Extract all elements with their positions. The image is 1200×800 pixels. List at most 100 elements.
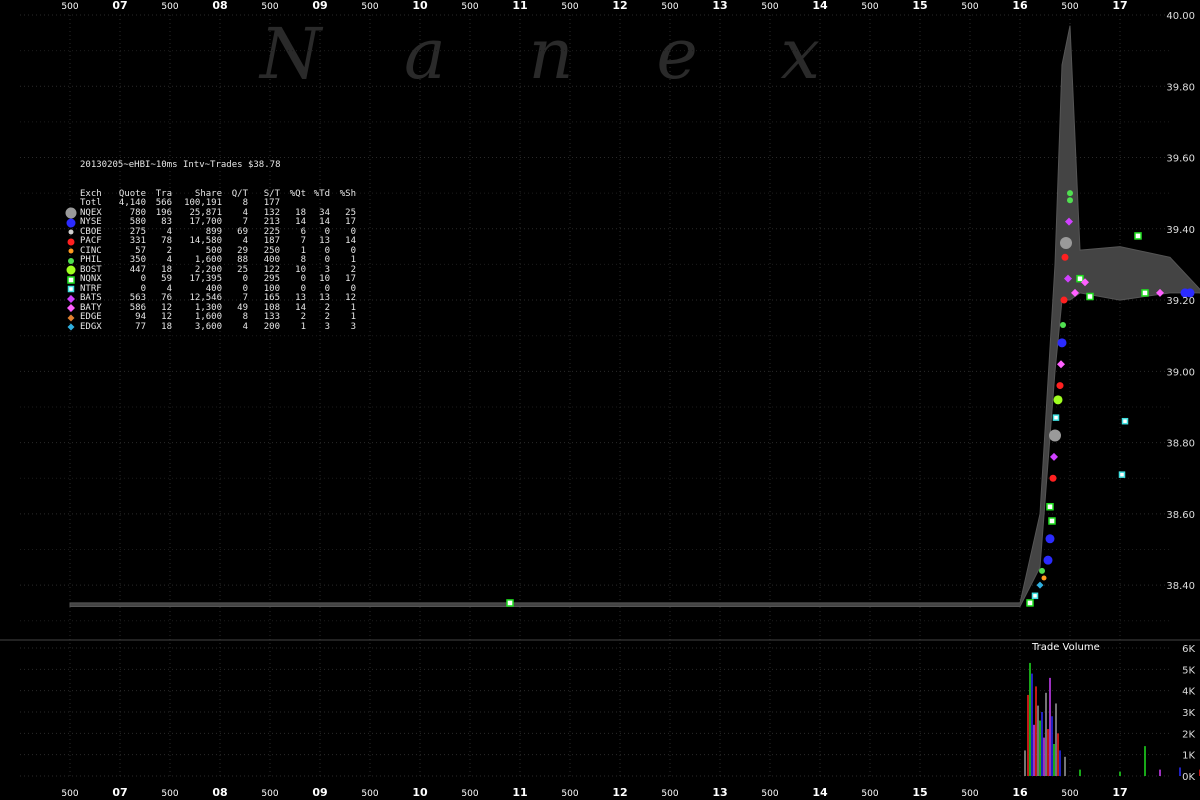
time-tick-bottom: 500 [961, 789, 978, 799]
time-tick-top: 16 [1012, 0, 1028, 12]
legend-marker [67, 286, 75, 293]
time-tick-bottom: 500 [661, 789, 678, 799]
time-tick-top: 500 [961, 2, 978, 12]
time-tick-top: 10 [412, 0, 428, 12]
legend-cell: 3 [324, 321, 330, 332]
trade-marker [1141, 289, 1149, 297]
time-tick-top: 15 [912, 0, 927, 12]
price-tick-label: 39.20 [1166, 296, 1195, 307]
time-tick-top: 09 [312, 0, 327, 12]
chart-title: 20130205~eHBI~10ms Intv~Trades $38.78 [80, 160, 281, 170]
legend-cell: 200 [263, 321, 280, 332]
time-tick-bottom: 13 [712, 786, 727, 799]
time-tick-bottom: 500 [561, 789, 578, 799]
volume-tick-label: 1K [1182, 751, 1195, 762]
trade-marker [1041, 575, 1047, 581]
time-tick-top: 500 [361, 2, 378, 12]
legend-cell: 3,600 [194, 321, 222, 332]
trade-marker [1134, 232, 1142, 240]
time-tick-bottom: 08 [212, 786, 227, 799]
time-tick-bottom: 12 [612, 786, 627, 799]
watermark: Nanex [258, 13, 820, 95]
trade-marker [1043, 555, 1053, 565]
legend-cell: %Sh [339, 188, 356, 199]
time-tick-top: 500 [761, 2, 778, 12]
legend-cell: EDGX [80, 321, 102, 332]
trade-marker [1086, 292, 1094, 301]
trade-marker [1057, 360, 1065, 369]
time-tick-top: 07 [112, 0, 127, 12]
legend-table: Exch Quote Tra Share Q/T S/T %Qt %Td %Sh Totl 4,14… [65, 188, 356, 333]
chart-canvas: Nanex 500 500 07 07 500 500 08 08 500 500 09 09 500 5… [0, 0, 1200, 799]
trade-marker [506, 599, 514, 607]
trade-marker [1118, 471, 1126, 478]
time-tick-bottom: 15 [912, 786, 927, 799]
price-tick-label: 39.80 [1166, 82, 1195, 93]
volume-bars [1024, 662, 1200, 776]
time-tick-top: 500 [261, 2, 278, 12]
axes: 5005000707500500080850050009095005001010… [61, 0, 1195, 799]
trade-marker [1026, 599, 1034, 607]
price-tick-label: 38.40 [1166, 581, 1195, 592]
trade-marker [1046, 502, 1054, 511]
legend-cell: %Qt [289, 188, 306, 199]
time-tick-bottom: 11 [512, 786, 527, 799]
time-tick-bottom: 17 [1112, 786, 1127, 799]
legend-cell: %Td [313, 188, 330, 199]
volume-tick-label: 6K [1182, 644, 1195, 655]
legend-marker [67, 276, 75, 284]
time-tick-bottom: 500 [861, 789, 878, 799]
legend-marker-icon [67, 323, 75, 331]
time-tick-top: 11 [512, 0, 527, 12]
price-tick-label: 39.00 [1166, 367, 1195, 378]
legend-marker [67, 323, 75, 331]
time-tick-bottom: 500 [361, 789, 378, 799]
volume-tick-label: 2K [1182, 729, 1195, 740]
legend: 20130205~eHBI~10ms Intv~Trades $38.78 Ex… [65, 142, 356, 342]
trade-marker [1048, 517, 1056, 525]
time-tick-top: 500 [861, 2, 878, 12]
price-tick-label: 39.60 [1166, 154, 1195, 165]
time-tick-bottom: 500 [761, 789, 778, 799]
time-tick-bottom: 500 [1061, 789, 1078, 799]
price-tick-label: 40.00 [1166, 11, 1195, 22]
trade-marker [1057, 338, 1067, 348]
time-tick-bottom: 500 [461, 789, 478, 799]
trade-marker [1076, 274, 1084, 283]
trade-marker [1067, 197, 1073, 204]
trade-marker [1052, 414, 1060, 421]
legend-row: EDGX 77 18 3,600 4 200 1 3 3 [67, 321, 356, 333]
legend-marker [67, 238, 75, 246]
legend-swatch [64, 321, 78, 333]
trade-marker [1045, 534, 1055, 544]
legend-marker [67, 314, 75, 322]
time-tick-top: 12 [612, 0, 627, 12]
trade-marker [1060, 296, 1068, 304]
price-tick-label: 38.60 [1166, 510, 1195, 521]
time-tick-bottom: 16 [1012, 786, 1028, 799]
legend-marker [68, 248, 74, 254]
time-tick-bottom: 500 [161, 789, 178, 799]
time-tick-top: 13 [712, 0, 727, 12]
time-tick-top: 500 [161, 2, 178, 12]
time-tick-top: 17 [1112, 0, 1127, 12]
trade-marker [1121, 417, 1129, 425]
trade-marker [1056, 382, 1064, 390]
time-tick-top: 500 [561, 2, 578, 12]
price-tick-label: 39.40 [1166, 225, 1195, 236]
legend-cell: 77 [135, 321, 146, 332]
legend-marker [68, 257, 74, 264]
time-tick-top: 500 [61, 2, 78, 12]
volume-tick-label: 5K [1182, 665, 1195, 676]
trade-marker [1067, 190, 1073, 197]
time-tick-top: 500 [661, 2, 678, 12]
trade-marker [1036, 581, 1044, 589]
legend-marker [68, 229, 74, 235]
trade-marker [1049, 474, 1057, 482]
time-tick-bottom: 14 [812, 786, 828, 799]
legend-cell: 1 [300, 321, 306, 332]
trade-marker [1049, 429, 1061, 442]
trade-marker [1050, 452, 1058, 461]
volume-tick-label: 0K [1182, 772, 1195, 783]
legend-cell: 18 [161, 321, 172, 332]
